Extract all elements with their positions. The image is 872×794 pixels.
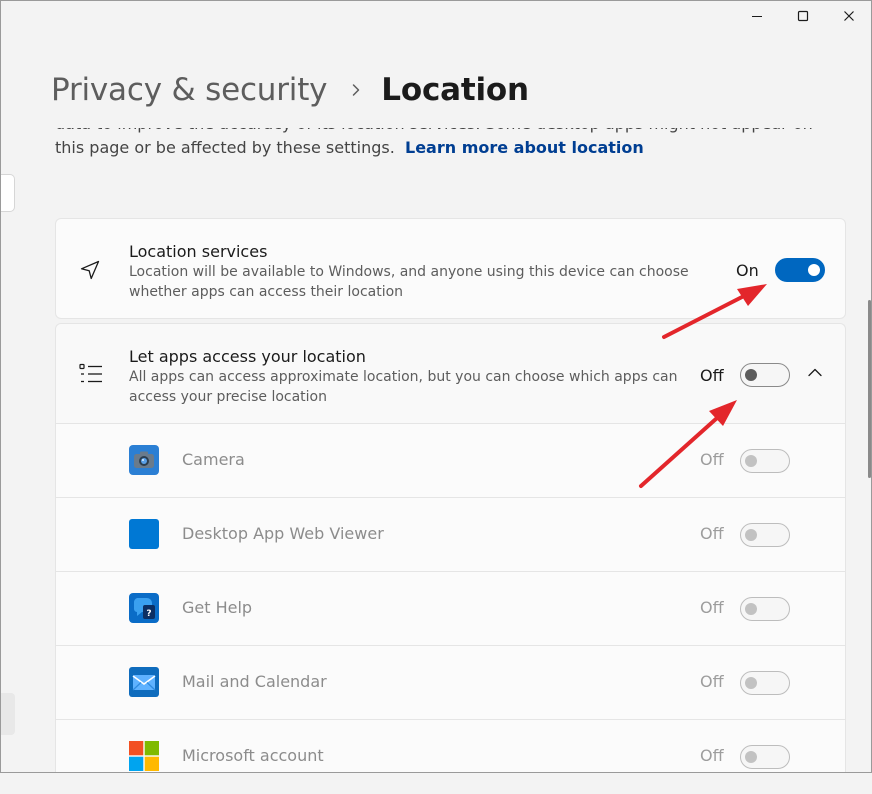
camera-toggle[interactable] (740, 449, 790, 473)
get-help-toggle[interactable] (740, 597, 790, 621)
apps-access-header[interactable]: Let apps access your location All apps c… (56, 324, 845, 424)
location-services-title: Location services (129, 242, 268, 261)
breadcrumb-parent-link[interactable]: Privacy & security (51, 72, 327, 108)
app-name: Camera (182, 450, 245, 469)
toggle-knob (745, 529, 757, 541)
location-services-subtitle: Location will be available to Windows, a… (129, 264, 689, 300)
toggle-knob (745, 369, 757, 381)
app-state: Off (700, 746, 724, 765)
navigation-arrow-icon (80, 260, 100, 280)
apps-access-card: Let apps access your location All apps c… (55, 323, 846, 773)
camera-app-icon (129, 445, 159, 475)
toggle-knob (745, 751, 757, 763)
maximize-button[interactable] (780, 0, 826, 32)
app-state: Off (700, 450, 724, 469)
microsoft-logo-icon (129, 741, 159, 771)
app-state: Off (700, 672, 724, 691)
location-services-card: Location services Location will be avail… (55, 218, 846, 319)
web-viewer-app-icon (129, 519, 159, 549)
minimize-button[interactable] (734, 0, 780, 32)
nav-selected-item-edge[interactable] (0, 693, 15, 735)
app-row-desktop-web-viewer: Desktop App Web Viewer Off (56, 498, 845, 572)
learn-more-link[interactable]: Learn more about location (405, 138, 644, 157)
microsoft-account-toggle[interactable] (740, 745, 790, 769)
apps-access-subtitle: All apps can access approximate location… (129, 369, 678, 405)
app-state: Off (700, 524, 724, 543)
svg-text:?: ? (146, 609, 151, 619)
toggle-knob (808, 264, 820, 276)
title-bar-controls (734, 0, 872, 32)
desktop-web-viewer-toggle[interactable] (740, 523, 790, 547)
minimize-icon (752, 16, 762, 17)
app-row-microsoft-account: Microsoft account Off (56, 720, 845, 794)
app-row-get-help: ? Get Help Off (56, 572, 845, 646)
app-state: Off (700, 598, 724, 617)
get-help-app-icon: ? (129, 593, 159, 623)
apps-access-toggle[interactable] (740, 363, 790, 387)
app-row-mail-calendar: Mail and Calendar Off (56, 646, 845, 720)
toggle-knob (745, 677, 757, 689)
description-text: data to improve the accuracy of its loca… (55, 128, 825, 160)
bulleted-list-icon (79, 363, 102, 383)
apps-access-state: Off (700, 366, 724, 385)
chevron-right-icon (351, 83, 361, 97)
mail-calendar-toggle[interactable] (740, 671, 790, 695)
toggle-knob (745, 603, 757, 615)
app-name: Desktop App Web Viewer (182, 524, 384, 543)
apps-access-title: Let apps access your location (129, 347, 366, 366)
app-name: Microsoft account (182, 746, 324, 765)
toggle-knob (745, 455, 757, 467)
scrollbar[interactable] (866, 128, 872, 773)
chevron-up-icon[interactable] (807, 367, 823, 379)
close-button[interactable] (826, 0, 872, 32)
location-services-state: On (736, 261, 759, 280)
maximize-icon (797, 10, 809, 22)
page-title: Location (381, 72, 529, 108)
mail-app-icon (129, 667, 159, 697)
description-area: data to improve the accuracy of its loca… (0, 128, 850, 188)
scrollbar-thumb[interactable] (868, 300, 871, 478)
breadcrumb: Privacy & security Location (51, 68, 529, 112)
location-services-toggle[interactable] (775, 258, 825, 282)
close-icon (844, 11, 854, 21)
app-name: Mail and Calendar (182, 672, 327, 691)
app-row-camera: Camera Off (56, 424, 845, 498)
app-name: Get Help (182, 598, 253, 617)
